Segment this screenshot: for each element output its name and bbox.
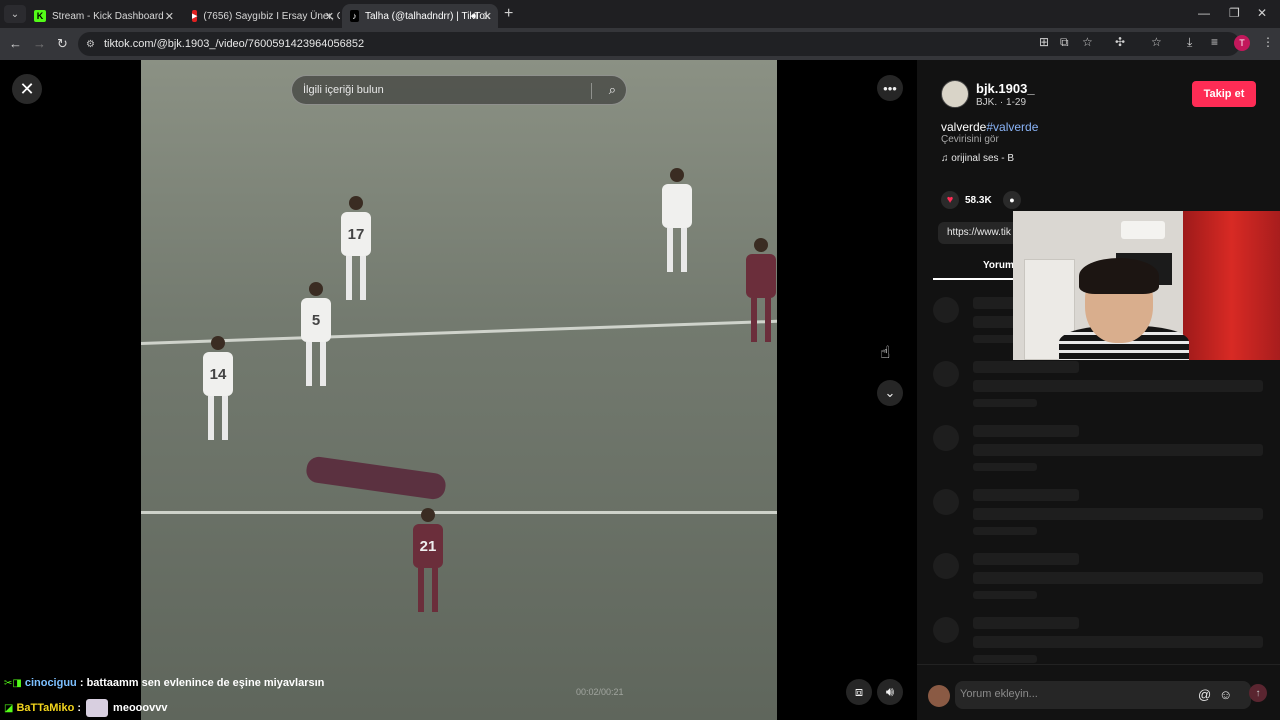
hashtag-link[interactable]: #valverde — [986, 120, 1038, 134]
close-video-icon[interactable]: ✕ — [12, 74, 42, 104]
player-14: 14 — [203, 336, 233, 440]
pitch-background — [141, 60, 777, 720]
description-text: valverde — [941, 120, 987, 134]
audio-playing-icon[interactable]: 🔊︎ — [472, 11, 478, 22]
video-search-box[interactable]: İlgili içeriği bulun ⌕ — [291, 75, 627, 105]
avatar[interactable] — [941, 80, 969, 108]
kick-icon: K — [34, 10, 46, 22]
chevron-down-icon[interactable]: ⌄ — [877, 380, 903, 406]
site-info-icon[interactable]: ⚙ — [86, 39, 95, 50]
cast-icon[interactable]: ⧉ — [1060, 35, 1069, 50]
chat-text: meooovvv — [113, 702, 168, 714]
music-note-icon: ♫ — [941, 153, 952, 164]
tab-youtube[interactable]: ▶ (7656) Saygıbiz I Ersay Üner, Gö ✕ — [184, 4, 340, 28]
profile-avatar[interactable]: T — [1234, 35, 1250, 51]
post-detail-panel: bjk.1903_ BJK. · 1-29 Takip et valverde#… — [917, 60, 1280, 720]
user-subtitle: BJK. · 1-29 — [976, 97, 1027, 108]
send-icon[interactable]: ↑ — [1249, 684, 1267, 702]
heart-icon: ♥ — [941, 191, 959, 209]
sound-link[interactable]: ♫ orijinal ses - B — [941, 153, 1014, 164]
comment-skeleton — [933, 425, 1273, 485]
comment-placeholder: Yorum ekleyin... — [960, 688, 1038, 700]
picture-in-picture-icon[interactable]: ⧈ — [846, 679, 872, 705]
player-white — [662, 168, 692, 272]
chat-username[interactable]: BaTTaMiko — [16, 702, 74, 714]
chat-username[interactable]: cinociguu — [25, 677, 77, 689]
mention-icon[interactable]: @ — [1198, 687, 1211, 702]
see-translation-link[interactable]: Çevirisini gör — [941, 134, 999, 145]
forward-icon[interactable]: → — [33, 36, 46, 51]
streamer-hair — [1079, 258, 1159, 294]
chat-badge-icon: ◪ — [4, 702, 14, 714]
tiktok-video-page: ✕ 17 5 14 21 İlgili içeriği bulun ⌕ 00:0… — [0, 60, 1280, 720]
menu-kebab-icon[interactable]: ⋮ — [1262, 35, 1274, 49]
window-close-icon[interactable]: ✕ — [1257, 6, 1267, 20]
address-toolbar: ← → ↻ ⚙ tiktok.com/@bjk.1903_/video/7600… — [0, 28, 1280, 60]
translate-icon[interactable]: ⊞ — [1039, 35, 1049, 49]
air-conditioner — [1121, 221, 1165, 239]
comment-icon[interactable]: ● — [1003, 191, 1021, 209]
search-placeholder: İlgili içeriği bulun — [303, 84, 384, 96]
tab-title: (7656) Saygıbiz I Ersay Üner, Gö — [203, 10, 340, 22]
like-count: 58.3K — [965, 194, 992, 206]
download-icon[interactable]: ⤓ — [1187, 35, 1192, 50]
avatar — [928, 685, 950, 707]
close-tab-icon[interactable]: ✕ — [325, 10, 334, 23]
minimize-icon[interactable]: — — [1198, 6, 1210, 20]
reload-icon[interactable]: ↻ — [57, 36, 68, 52]
chat-badge-icon: ✂◨ — [4, 677, 22, 689]
comment-skeleton — [933, 489, 1273, 549]
webcam-overlay — [1013, 211, 1280, 360]
player-17: 17 — [341, 196, 371, 300]
close-tab-icon[interactable]: ✕ — [483, 10, 492, 23]
url-text[interactable]: tiktok.com/@bjk.1903_/video/760059142396… — [104, 38, 364, 50]
chat-text: : battaamm sen evlenince de eşine miyavl… — [79, 677, 325, 689]
chat-message: ✂◨ cinociguu : battaamm sen evlenince de… — [4, 677, 324, 689]
bookmark-star-icon[interactable]: ☆ — [1082, 35, 1093, 49]
player-21: 21 — [413, 508, 443, 612]
media-controls-icon[interactable]: ≡ — [1211, 35, 1218, 49]
back-icon[interactable]: ← — [9, 36, 22, 51]
video-timestamp: 00:02/00:21 — [576, 687, 624, 697]
tab-kick-dashboard[interactable]: K Stream - Kick Dashboard ✕ — [26, 4, 180, 28]
comment-skeleton — [933, 553, 1273, 613]
tab-search-dropdown-icon[interactable]: ⌄ — [4, 5, 26, 23]
search-icon[interactable]: ⌕ — [609, 82, 616, 98]
hand-cursor-icon: ☝ — [880, 343, 891, 362]
post-description: valverde#valverde — [941, 120, 1038, 134]
comment-input[interactable]: Yorum ekleyin... @ ☺ — [955, 681, 1251, 709]
tiktok-icon: ♪ — [350, 10, 359, 22]
emoji-icon[interactable]: ☺ — [1219, 687, 1232, 702]
pitch-line — [141, 511, 777, 514]
new-tab-icon[interactable]: + — [504, 5, 513, 23]
close-tab-icon[interactable]: ✕ — [165, 10, 174, 23]
chat-emote — [86, 699, 109, 717]
volume-icon[interactable]: 🔊︎ — [877, 679, 903, 705]
video-player[interactable]: 17 5 14 21 İlgili içeriği bulun ⌕ 00:02/… — [141, 60, 777, 720]
comment-skeleton — [933, 361, 1273, 421]
favorites-icon[interactable]: ☆ — [1151, 35, 1162, 49]
restore-icon[interactable]: ❐ — [1229, 6, 1240, 20]
player-maroon — [746, 238, 776, 342]
username[interactable]: bjk.1903_ — [976, 81, 1035, 96]
player-5: 5 — [301, 282, 331, 386]
chat-text: : — [77, 702, 82, 714]
like-button[interactable]: ♥ 58.3K — [941, 191, 992, 209]
follow-button[interactable]: Takip et — [1192, 81, 1256, 107]
extensions-icon[interactable]: ✣ — [1115, 35, 1125, 49]
comment-composer: Yorum ekleyin... @ ☺ ↑ — [917, 664, 1280, 720]
youtube-icon: ▶ — [192, 10, 198, 22]
more-options-icon[interactable]: ••• — [877, 75, 903, 101]
tab-title: Stream - Kick Dashboard — [52, 10, 164, 22]
chat-message: ◪ BaTTaMiko : meooovvv — [4, 699, 167, 717]
tab-tiktok[interactable]: ♪ Talha (@talhadndrr) | TikTok 🔊︎ ✕ — [342, 4, 498, 28]
